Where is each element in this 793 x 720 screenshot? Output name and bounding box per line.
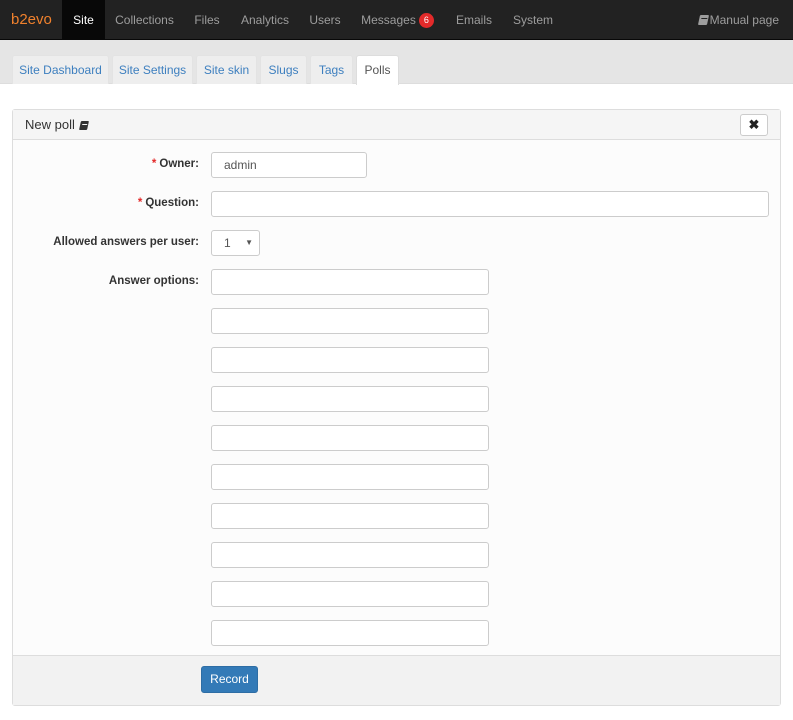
answer-option-input-1[interactable] (211, 269, 489, 295)
nav-item-messages[interactable]: Messages 6 (350, 0, 445, 40)
tab-site-skin[interactable]: Site skin (196, 55, 257, 84)
nav-item-users[interactable]: Users (300, 0, 350, 40)
nav-item-files[interactable]: Files (184, 0, 230, 40)
nav-item-collections[interactable]: Collections (105, 0, 184, 40)
required-marker: * (137, 197, 143, 209)
tab-site-settings[interactable]: Site Settings (112, 55, 193, 84)
owner-label-text: Owner: (159, 158, 199, 170)
panel-header: New poll ✖ (13, 110, 780, 140)
question-input[interactable] (211, 191, 769, 217)
answer-option-input-5[interactable] (211, 425, 489, 451)
answer-option-input-7[interactable] (211, 503, 489, 529)
new-poll-panel: New poll ✖ *Owner: *Question: Allowed an… (12, 109, 781, 706)
caret-down-icon: ▼ (245, 238, 253, 247)
owner-label: * Owner: (13, 158, 199, 170)
answer-option-input-6[interactable] (211, 464, 489, 490)
allowed-answers-label: Allowed answers per user: (53, 236, 199, 248)
answer-option-input-8[interactable] (211, 542, 489, 568)
sub-tabs-bar: Site Dashboard Site Settings Site skin S… (0, 40, 793, 85)
brand-logo[interactable]: b2evo (0, 0, 62, 40)
owner-input[interactable] (211, 152, 367, 178)
nav-item-system[interactable]: System (503, 0, 563, 40)
allowed-answers-value: 1 (224, 236, 231, 250)
tab-site-dashboard[interactable]: Site Dashboard (12, 55, 109, 84)
panel-title-text: New poll (25, 117, 75, 132)
manual-page-link[interactable]: Manual page (697, 0, 779, 40)
question-label: * Question: (13, 197, 199, 209)
nav-item-analytics[interactable]: Analytics (230, 0, 300, 40)
manual-page-label: Manual page (709, 13, 779, 27)
record-button[interactable]: Record (201, 666, 258, 693)
book-icon (697, 15, 709, 25)
answer-option-input-4[interactable] (211, 386, 489, 412)
close-button[interactable]: ✖ (740, 114, 768, 136)
question-label-text: Question: (145, 197, 199, 209)
nav-item-messages-label: Messages (361, 13, 416, 27)
answer-option-input-9[interactable] (211, 581, 489, 607)
tab-polls[interactable]: Polls (356, 55, 399, 85)
book-icon[interactable] (78, 121, 89, 130)
unread-messages-badge: 6 (418, 13, 434, 28)
nav-item-site[interactable]: Site (62, 0, 105, 40)
answer-option-input-2[interactable] (211, 308, 489, 334)
answer-option-input-3[interactable] (211, 347, 489, 373)
tab-slugs[interactable]: Slugs (260, 55, 307, 84)
answer-option-input-10[interactable] (211, 620, 489, 646)
answer-options-label: Answer options: (108, 275, 199, 287)
nav-item-emails[interactable]: Emails (445, 0, 503, 40)
top-navbar: b2evo Site Collections Files Analytics U… (0, 0, 793, 40)
panel-title: New poll (25, 110, 90, 139)
tab-tags[interactable]: Tags (310, 55, 353, 84)
required-marker: * (151, 158, 157, 170)
allowed-answers-select[interactable]: 1 ▼ (211, 230, 260, 256)
panel-footer: Record (13, 655, 780, 705)
